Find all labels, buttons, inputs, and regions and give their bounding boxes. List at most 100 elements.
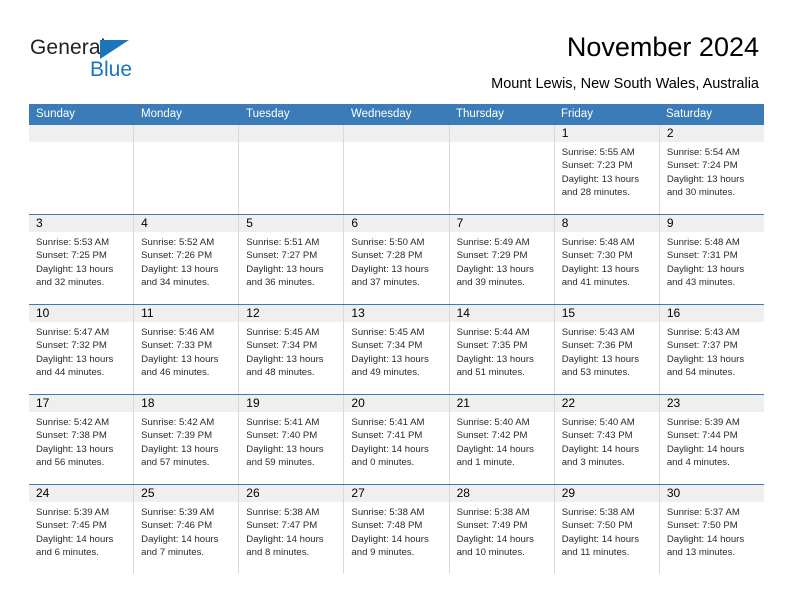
- calendar-day-cell[interactable]: 2 Sunrise: 5:54 AM Sunset: 7:24 PM Daylight…: [659, 125, 764, 214]
- calendar-day-cell[interactable]: 25 Sunrise: 5:39 AM Sunset: 7:46 PM Dayligh…: [134, 485, 240, 574]
- calendar-day-cell[interactable]: 14 Sunrise: 5:44 AM Sunset: 7:35 PM Dayligh…: [449, 305, 555, 394]
- day-number: [29, 125, 134, 142]
- sunset-text: Sunset: 7:37 PM: [666, 340, 738, 352]
- general-blue-logo[interactable]: General Blue: [30, 36, 210, 84]
- calendar-day-cell[interactable]: 3 Sunrise: 5:53 AM Sunset: 7:25 PM Daylight…: [29, 215, 135, 304]
- logo-text-general: General: [30, 36, 106, 59]
- sunrise-text: Sunrise: 5:38 AM: [246, 507, 320, 518]
- sunset-text: Sunset: 7:49 PM: [456, 520, 528, 532]
- logo-text-blue: Blue: [90, 58, 133, 81]
- sunrise-text: Sunrise: 5:38 AM: [456, 507, 530, 518]
- calendar-day-cell[interactable]: 12 Sunrise: 5:45 AM Sunset: 7:34 PM Dayligh…: [239, 305, 345, 394]
- day-number: [449, 125, 554, 142]
- calendar-week-row: 3 Sunrise: 5:53 AM Sunset: 7:25 PM Daylight…: [29, 214, 764, 304]
- sunset-text: Sunset: 7:30 PM: [561, 250, 633, 262]
- sunrise-text: Sunrise: 5:45 AM: [246, 327, 320, 338]
- sunset-text: Sunset: 7:46 PM: [141, 520, 213, 532]
- calendar-day-cell[interactable]: 1 Sunrise: 5:55 AM Sunset: 7:23 PM Daylight…: [554, 125, 660, 214]
- calendar-day-cell[interactable]: 15 Sunrise: 5:43 AM Sunset: 7:36 PM Dayligh…: [554, 305, 660, 394]
- calendar-day-cell[interactable]: 16 Sunrise: 5:43 AM Sunset: 7:37 PM Dayligh…: [659, 305, 764, 394]
- sunset-text: Sunset: 7:50 PM: [666, 520, 738, 532]
- calendar-day-cell[interactable]: 18 Sunrise: 5:42 AM Sunset: 7:39 PM Dayligh…: [134, 395, 240, 484]
- daylight-text: Daylight: 13 hours and 59 minutes.: [246, 443, 324, 469]
- day-number: 7: [449, 215, 554, 232]
- day-number: 25: [134, 485, 239, 502]
- daylight-text: Daylight: 14 hours and 1 minute.: [456, 443, 534, 469]
- calendar-week-row: 24 Sunrise: 5:39 AM Sunset: 7:45 PM Dayligh…: [29, 484, 764, 574]
- daylight-text: Daylight: 14 hours and 8 minutes.: [246, 533, 324, 559]
- calendar-day-cell-empty: [239, 125, 345, 214]
- daylight-text: Daylight: 14 hours and 4 minutes.: [666, 443, 745, 469]
- calendar-day-cell[interactable]: 5 Sunrise: 5:51 AM Sunset: 7:27 PM Daylight…: [239, 215, 345, 304]
- calendar-day-cell[interactable]: 4 Sunrise: 5:52 AM Sunset: 7:26 PM Daylight…: [134, 215, 240, 304]
- day-sun-info: Sunrise: 5:50 AM Sunset: 7:28 PM Daylight:…: [344, 232, 448, 290]
- calendar-day-cell[interactable]: 6 Sunrise: 5:50 AM Sunset: 7:28 PM Daylight…: [344, 215, 450, 304]
- daylight-text: Daylight: 14 hours and 11 minutes.: [561, 533, 640, 559]
- calendar-day-cell[interactable]: 21 Sunrise: 5:40 AM Sunset: 7:42 PM Dayligh…: [449, 395, 555, 484]
- day-number: 3: [29, 215, 134, 232]
- calendar-day-cell[interactable]: 27 Sunrise: 5:38 AM Sunset: 7:48 PM Dayligh…: [344, 485, 450, 574]
- sunrise-text: Sunrise: 5:53 AM: [36, 237, 110, 248]
- sunset-text: Sunset: 7:26 PM: [141, 250, 213, 262]
- day-number: 15: [554, 305, 659, 322]
- calendar-day-cell[interactable]: 13 Sunrise: 5:45 AM Sunset: 7:34 PM Dayligh…: [344, 305, 450, 394]
- page-subtitle: Mount Lewis, New South Wales, Australia: [491, 76, 759, 92]
- calendar-day-cell[interactable]: 19 Sunrise: 5:41 AM Sunset: 7:40 PM Dayligh…: [239, 395, 345, 484]
- day-sun-info: Sunrise: 5:38 AM Sunset: 7:50 PM Daylight:…: [555, 502, 659, 560]
- calendar-day-cell[interactable]: 30 Sunrise: 5:37 AM Sunset: 7:50 PM Dayligh…: [659, 485, 764, 574]
- day-sun-info: Sunrise: 5:48 AM Sunset: 7:30 PM Daylight:…: [555, 232, 659, 290]
- day-number: 21: [449, 395, 554, 412]
- sunrise-text: Sunrise: 5:50 AM: [351, 237, 425, 248]
- sunrise-text: Sunrise: 5:40 AM: [561, 417, 635, 428]
- daylight-text: Daylight: 14 hours and 6 minutes.: [36, 533, 114, 559]
- daylight-text: Daylight: 13 hours and 57 minutes.: [141, 443, 219, 469]
- calendar-day-cell[interactable]: 11 Sunrise: 5:46 AM Sunset: 7:33 PM Dayligh…: [134, 305, 240, 394]
- day-sun-info: Sunrise: 5:39 AM Sunset: 7:45 PM Daylight:…: [29, 502, 133, 560]
- calendar-day-cell[interactable]: 23 Sunrise: 5:39 AM Sunset: 7:44 PM Dayligh…: [659, 395, 764, 484]
- day-number: 20: [344, 395, 449, 412]
- calendar-day-cell-empty: [134, 125, 240, 214]
- calendar-day-cell[interactable]: 28 Sunrise: 5:38 AM Sunset: 7:49 PM Dayligh…: [449, 485, 555, 574]
- day-sun-info: Sunrise: 5:40 AM Sunset: 7:43 PM Daylight:…: [555, 412, 659, 470]
- day-sun-info: Sunrise: 5:43 AM Sunset: 7:36 PM Daylight:…: [555, 322, 659, 380]
- calendar-day-cell[interactable]: 26 Sunrise: 5:38 AM Sunset: 7:47 PM Dayligh…: [239, 485, 345, 574]
- sunset-text: Sunset: 7:24 PM: [666, 160, 738, 172]
- calendar-day-cell[interactable]: 24 Sunrise: 5:39 AM Sunset: 7:45 PM Dayligh…: [29, 485, 135, 574]
- calendar-day-cell[interactable]: 9 Sunrise: 5:48 AM Sunset: 7:31 PM Daylight…: [659, 215, 764, 304]
- sunset-text: Sunset: 7:28 PM: [351, 250, 423, 262]
- day-number: 8: [554, 215, 659, 232]
- day-sun-info: Sunrise: 5:38 AM Sunset: 7:48 PM Daylight:…: [344, 502, 448, 560]
- weekday-header-friday: Friday: [561, 108, 593, 120]
- page-title: November 2024: [566, 32, 759, 62]
- calendar-day-cell-empty: [29, 125, 135, 214]
- sunrise-text: Sunrise: 5:43 AM: [666, 327, 740, 338]
- daylight-text: Daylight: 14 hours and 3 minutes.: [561, 443, 640, 469]
- calendar-week-row: 17 Sunrise: 5:42 AM Sunset: 7:38 PM Dayligh…: [29, 394, 764, 484]
- calendar-day-cell[interactable]: 17 Sunrise: 5:42 AM Sunset: 7:38 PM Dayligh…: [29, 395, 135, 484]
- day-sun-info: Sunrise: 5:44 AM Sunset: 7:35 PM Daylight:…: [450, 322, 554, 380]
- day-sun-info: Sunrise: 5:45 AM Sunset: 7:34 PM Daylight:…: [344, 322, 448, 380]
- sunset-text: Sunset: 7:39 PM: [141, 430, 213, 442]
- daylight-text: Daylight: 13 hours and 49 minutes.: [351, 353, 429, 379]
- day-number: 27: [344, 485, 449, 502]
- sunrise-text: Sunrise: 5:55 AM: [561, 147, 635, 158]
- day-number: 16: [659, 305, 764, 322]
- sunset-text: Sunset: 7:44 PM: [666, 430, 738, 442]
- day-sun-info: Sunrise: 5:37 AM Sunset: 7:50 PM Daylight:…: [660, 502, 764, 560]
- calendar-day-cell[interactable]: 10 Sunrise: 5:47 AM Sunset: 7:32 PM Dayligh…: [29, 305, 135, 394]
- day-sun-info: Sunrise: 5:49 AM Sunset: 7:29 PM Daylight:…: [450, 232, 554, 290]
- calendar-day-cell[interactable]: 29 Sunrise: 5:38 AM Sunset: 7:50 PM Dayligh…: [554, 485, 660, 574]
- calendar-week-row: 10 Sunrise: 5:47 AM Sunset: 7:32 PM Dayligh…: [29, 304, 764, 394]
- sunset-text: Sunset: 7:40 PM: [246, 430, 318, 442]
- day-number: 2: [659, 125, 764, 142]
- day-number: 24: [29, 485, 134, 502]
- day-number: 1: [554, 125, 659, 142]
- calendar-day-cell[interactable]: 22 Sunrise: 5:40 AM Sunset: 7:43 PM Dayligh…: [554, 395, 660, 484]
- sunrise-text: Sunrise: 5:46 AM: [141, 327, 215, 338]
- day-sun-info: Sunrise: 5:53 AM Sunset: 7:25 PM Daylight:…: [29, 232, 133, 290]
- calendar-day-cell[interactable]: 8 Sunrise: 5:48 AM Sunset: 7:30 PM Daylight…: [554, 215, 660, 304]
- calendar-day-cell[interactable]: 7 Sunrise: 5:49 AM Sunset: 7:29 PM Daylight…: [449, 215, 555, 304]
- daylight-text: Daylight: 13 hours and 46 minutes.: [141, 353, 219, 379]
- calendar-day-cell[interactable]: 20 Sunrise: 5:41 AM Sunset: 7:41 PM Dayligh…: [344, 395, 450, 484]
- day-number: 19: [239, 395, 344, 412]
